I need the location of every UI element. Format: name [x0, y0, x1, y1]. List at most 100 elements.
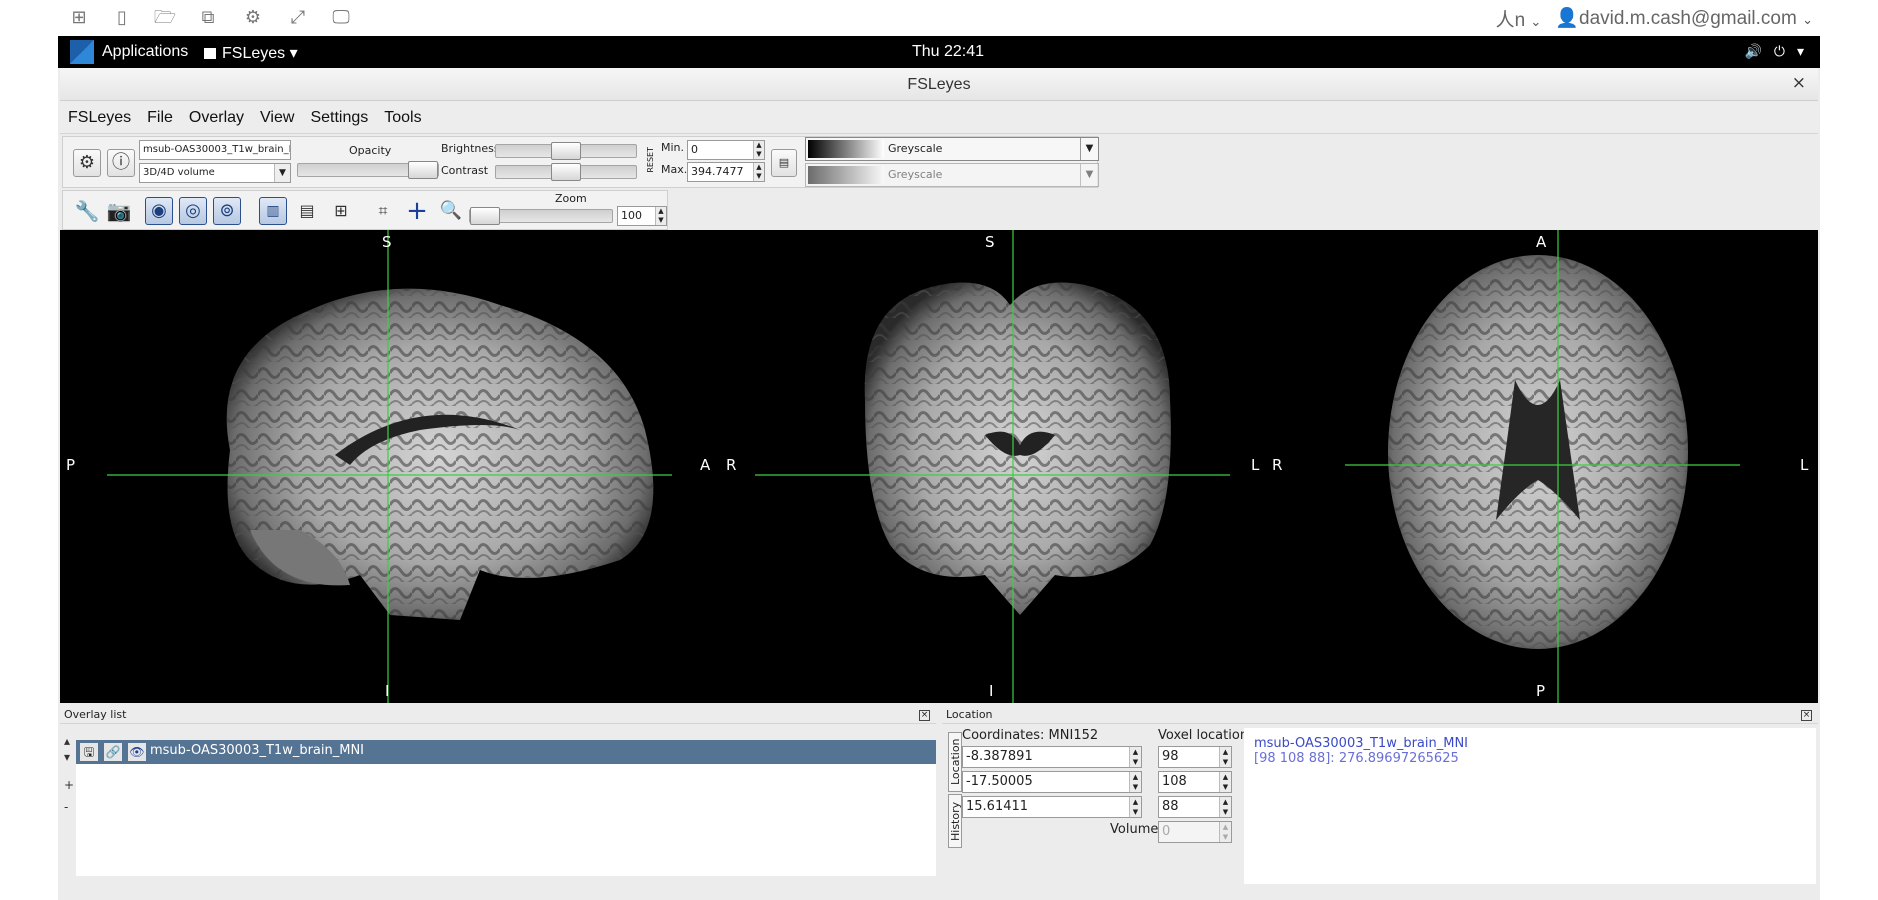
active-app-label: FSLeyes	[222, 45, 286, 62]
close-icon[interactable]: ×	[1801, 710, 1812, 721]
move-overlay-down-button[interactable]: ▾	[64, 750, 70, 764]
zoom-slider-knob[interactable]	[470, 207, 500, 225]
axial-view[interactable]: A P R L	[1272, 230, 1809, 703]
vertical-layout-button[interactable]: ▤	[293, 197, 321, 225]
opacity-slider[interactable]	[297, 161, 439, 179]
system-tray[interactable]: 🔊 ⏻ ▾	[1744, 43, 1804, 60]
contrast-slider-knob[interactable]	[551, 163, 581, 181]
contrast-slider[interactable]	[495, 163, 637, 181]
copy-icon[interactable]: ⧉	[195, 5, 221, 31]
spin-arrows-icon[interactable]: ▲ ▼	[753, 141, 764, 159]
link-icon[interactable]: 🔗	[104, 743, 122, 761]
window-titlebar[interactable]: FSLeyes ×	[60, 68, 1818, 101]
desktop-logo-icon[interactable]	[70, 40, 94, 64]
active-app-menu[interactable]: FSLeyes ▾	[204, 43, 298, 63]
tab-location[interactable]: Location	[948, 732, 962, 792]
min-value-field[interactable]: 0 ▲ ▼	[687, 140, 765, 160]
coronal-label-right: L	[1251, 456, 1260, 474]
spin-arrows-icon[interactable]: ▲ ▼	[655, 207, 666, 225]
ortho-view-toolbar: 🔧 📷 ◉ ◎ ⊚ ▥ ▤ ⊞ ⌗ + 🔍 Zoom 100 ▲ ▼	[62, 190, 668, 230]
eye-icon[interactable]: 👁	[128, 743, 146, 761]
world-x-field[interactable]: -8.387891 ▲ ▼	[962, 746, 1142, 768]
folder-icon[interactable]: 🗁	[152, 5, 178, 31]
location-title: Location	[946, 708, 993, 721]
reset-button[interactable]: RESET	[646, 147, 655, 173]
add-overlay-button[interactable]: +	[64, 778, 74, 792]
tab-history[interactable]: History	[948, 794, 962, 848]
account-menu[interactable]: 👤david.m.cash@gmail.com ⌄	[1555, 6, 1813, 30]
colormap-toggle-button[interactable]: ▤	[771, 149, 797, 177]
menu-tools[interactable]: Tools	[384, 109, 421, 127]
input-method-label: ⼈n	[1495, 9, 1526, 31]
voxel-z-field[interactable]: 88 ▲ ▼	[1158, 796, 1232, 818]
opacity-slider-knob[interactable]	[408, 161, 438, 179]
grid-layout-icon: ⊞	[334, 201, 348, 220]
world-z-field[interactable]: 15.61411 ▲ ▼	[962, 796, 1142, 818]
overlay-type-value: 3D/4D volume	[143, 167, 215, 178]
horizontal-layout-button[interactable]: ▥	[259, 197, 287, 225]
overlay-list[interactable]: 🖫 🔗 👁 msub-OAS30003_T1w_brain_MNI	[76, 740, 936, 876]
voxel-z-value: 88	[1162, 799, 1179, 814]
zoom-button[interactable]: 🔍	[437, 197, 465, 225]
display-settings-button[interactable]: ⚙	[73, 149, 101, 177]
voxel-x-field[interactable]: 98 ▲ ▼	[1158, 746, 1232, 768]
grid-layout-button[interactable]: ⊞	[327, 197, 355, 225]
spin-arrows-icon[interactable]: ▲ ▼	[753, 163, 764, 181]
horizontal-layout-icon: ▥	[266, 203, 280, 219]
close-icon[interactable]: ×	[1792, 73, 1806, 93]
brightness-slider[interactable]	[495, 142, 637, 160]
spin-arrows-icon[interactable]: ▲ ▼	[1129, 797, 1141, 817]
toggle-labels-button[interactable]: ⌗	[369, 197, 397, 225]
spin-arrows-icon[interactable]: ▲ ▼	[1129, 747, 1141, 767]
overlay-type-select[interactable]: 3D/4D volume ▼	[139, 163, 291, 183]
columns-icon[interactable]: ▯	[109, 5, 135, 31]
ortho-views-svg[interactable]: S I P A S I R L A P R L	[60, 230, 1818, 703]
negative-colormap-select[interactable]: Greyscale ▼	[805, 163, 1099, 187]
close-icon[interactable]: ×	[919, 710, 930, 721]
sagittal-view[interactable]: S I P A	[66, 230, 711, 703]
gear-icon[interactable]: ⚙	[240, 5, 266, 31]
overlay-info-button[interactable]: ⓘ	[107, 149, 135, 177]
labels-icon: ⌗	[378, 201, 388, 220]
world-y-field[interactable]: -17.50005 ▲ ▼	[962, 771, 1142, 793]
overlay-name-field[interactable]: msub-OAS30003_T1w_brain_N	[139, 140, 291, 160]
ortho-canvas[interactable]: S I P A S I R L A P R L	[60, 230, 1818, 703]
zoom-slider[interactable]	[469, 207, 613, 225]
coronal-view[interactable]: S I R L	[726, 230, 1260, 703]
voxel-y-field[interactable]: 108 ▲ ▼	[1158, 771, 1232, 793]
spin-arrows-icon[interactable]: ▲ ▼	[1219, 772, 1231, 792]
menu-file[interactable]: File	[147, 109, 173, 127]
applications-menu[interactable]: Applications	[102, 43, 188, 61]
zoom-value-field[interactable]: 100 ▲ ▼	[617, 206, 667, 226]
move-overlay-up-button[interactable]: ▴	[64, 734, 70, 748]
monitor-icon[interactable]: 🖵	[328, 5, 354, 31]
chevron-down-icon: ▼	[1080, 164, 1098, 186]
toggle-cursor-button[interactable]: +	[403, 197, 431, 225]
menu-settings[interactable]: Settings	[310, 109, 368, 127]
save-icon[interactable]: 🖫	[80, 743, 98, 761]
remove-overlay-button[interactable]: -	[64, 800, 68, 814]
max-value-field[interactable]: 394.7477 ▲ ▼	[687, 162, 765, 182]
grid-icon[interactable]: ⊞	[66, 5, 92, 31]
spin-arrows-icon[interactable]: ▲ ▼	[1219, 747, 1231, 767]
colormap-select[interactable]: Greyscale ▼	[805, 137, 1099, 161]
overlay-list-item[interactable]: 🖫 🔗 👁 msub-OAS30003_T1w_brain_MNI	[76, 740, 936, 764]
spin-arrows-icon[interactable]: ▲ ▼	[1219, 797, 1231, 817]
input-method-menu[interactable]: ⼈n ⌄	[1496, 5, 1542, 32]
toggle-sagittal-button[interactable]: ◉	[145, 197, 173, 225]
fullscreen-icon[interactable]: ⤢	[285, 5, 311, 31]
view-settings-button[interactable]: 🔧	[73, 197, 101, 225]
menu-overlay[interactable]: Overlay	[189, 109, 244, 127]
brightness-slider-knob[interactable]	[551, 142, 581, 160]
toggle-axial-button[interactable]: ⊚	[213, 197, 241, 225]
clock[interactable]: Thu 22:41	[908, 43, 988, 61]
info-voxel-value: [98 108 88]: 276.89697265625	[1254, 751, 1459, 766]
spin-arrows-icon[interactable]: ▲ ▼	[1129, 772, 1141, 792]
toggle-coronal-button[interactable]: ◎	[179, 197, 207, 225]
chevron-down-icon: ▾	[1796, 43, 1804, 59]
colormap-value: Greyscale	[888, 142, 943, 155]
info-icon: ⓘ	[112, 152, 130, 173]
screenshot-button[interactable]: 📷	[105, 197, 133, 225]
menu-fsleyes[interactable]: FSLeyes	[68, 109, 131, 127]
menu-view[interactable]: View	[260, 109, 294, 127]
